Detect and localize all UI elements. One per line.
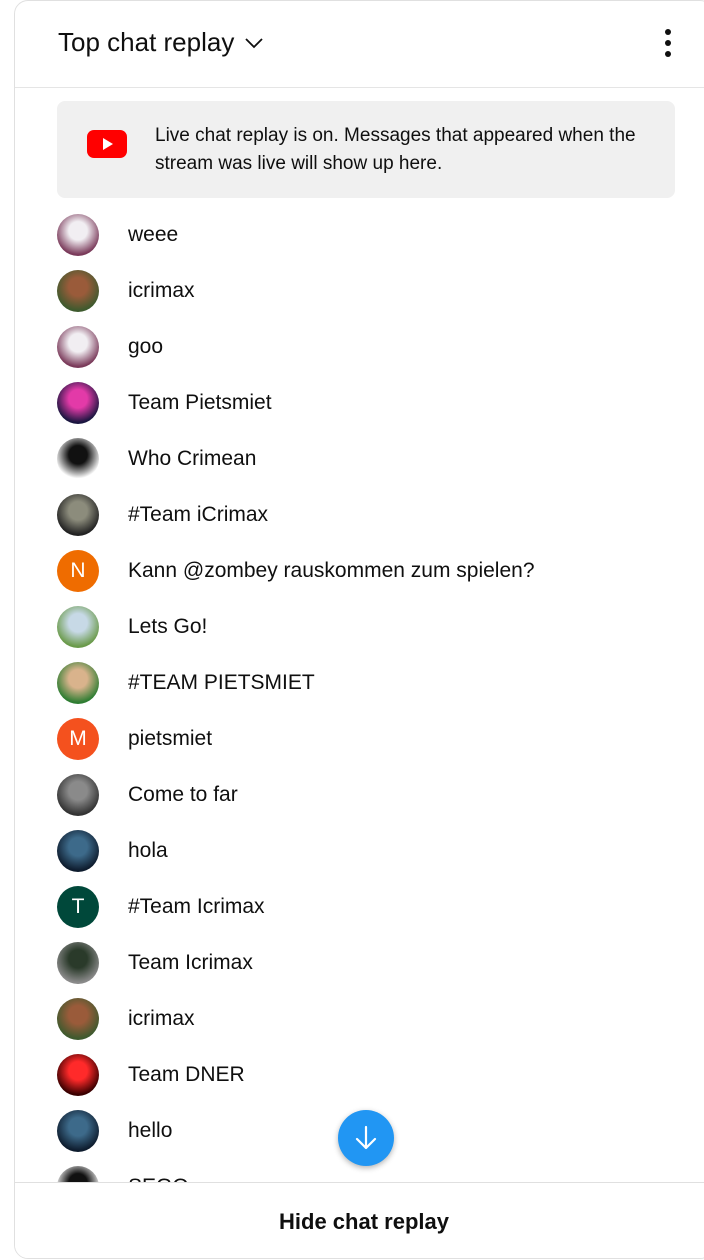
replay-info-banner: Live chat replay is on. Messages that ap… <box>57 101 675 198</box>
chat-message-text: goo <box>128 335 164 358</box>
chat-footer: Hide chat replay <box>15 1182 704 1258</box>
chat-message-row[interactable]: Mpietsmiet <box>57 717 212 761</box>
author-avatar[interactable] <box>57 1054 99 1096</box>
chat-message-row[interactable]: SEGO <box>57 1165 189 1182</box>
chat-message-text: Who Crimean <box>128 447 257 470</box>
author-avatar[interactable] <box>57 662 99 704</box>
chat-message-text: #TEAM PIETSMIET <box>128 671 315 694</box>
chat-message-row[interactable]: Lets Go! <box>57 605 207 649</box>
chat-message-row[interactable]: T #Team Icrimax <box>57 885 265 929</box>
chat-message-row[interactable]: Come to far <box>57 773 238 817</box>
replay-info-text: Live chat replay is on. Messages that ap… <box>155 125 636 174</box>
chat-message-row[interactable]: Team Icrimax <box>57 941 253 985</box>
chat-header: Top chat replay <box>15 1 704 88</box>
chat-message-text: weee <box>128 223 179 246</box>
chat-message-text: #Team iCrimax <box>128 503 269 526</box>
chat-mode-dropdown[interactable]: Top chat replay <box>58 27 266 58</box>
author-avatar[interactable] <box>57 1166 99 1182</box>
chat-message-text: Team Pietsmiet <box>128 391 272 414</box>
author-avatar[interactable] <box>57 214 99 256</box>
author-avatar[interactable] <box>57 774 99 816</box>
author-avatar[interactable] <box>57 606 99 648</box>
youtube-logo-icon <box>87 130 127 158</box>
chat-message-text: Team Icrimax <box>128 951 253 974</box>
scroll-to-bottom-button[interactable] <box>338 1110 394 1166</box>
chat-message-text: Kann @zombey rauskommen zum spielen? <box>128 559 535 582</box>
chat-message-row[interactable]: hola <box>57 829 168 873</box>
chat-panel: Top chat replay Live chat replay is on. … <box>14 0 704 1259</box>
chat-message-row[interactable]: hello <box>57 1109 172 1153</box>
chat-message-text: SEGO <box>128 1175 189 1182</box>
avatar-letter: T <box>71 895 85 918</box>
chat-message-text: Come to far <box>128 783 238 806</box>
chat-message-row[interactable]: icrimax <box>57 997 195 1041</box>
author-avatar[interactable] <box>57 830 99 872</box>
chat-message-text: hola <box>128 839 168 862</box>
author-avatar[interactable] <box>57 1110 99 1152</box>
more-vert-icon[interactable] <box>655 25 681 61</box>
chat-message-text: hello <box>128 1119 173 1142</box>
chat-message-text: #Team Icrimax <box>128 895 265 918</box>
author-avatar[interactable]: M <box>57 718 99 760</box>
author-avatar[interactable]: N <box>57 550 99 592</box>
chevron-down-icon <box>245 37 263 48</box>
hide-chat-replay-button[interactable]: Hide chat replay <box>259 1199 469 1245</box>
author-avatar[interactable] <box>57 438 99 480</box>
chat-message-text: Lets Go! <box>128 615 208 638</box>
chat-message-list[interactable]: weee icrimax goo Team Pietsmiet Who Crimean #… <box>15 206 704 1182</box>
chat-message-row[interactable]: N Kann @zombey rauskommen zum spielen? <box>57 549 535 593</box>
chat-message-row[interactable]: #TEAM PIETSMIET <box>57 661 315 705</box>
avatar-letter: M <box>69 727 87 750</box>
chat-message-text: icrimax <box>128 279 195 302</box>
chat-message-row[interactable]: weee <box>57 213 178 257</box>
author-avatar[interactable]: T <box>57 886 99 928</box>
avatar-letter: N <box>70 559 86 582</box>
author-avatar[interactable] <box>57 998 99 1040</box>
chat-message-text: icrimax <box>128 1007 195 1030</box>
chat-message-row[interactable]: icrimax <box>57 269 195 313</box>
chat-message-row[interactable]: goo <box>57 325 163 369</box>
author-avatar[interactable] <box>57 270 99 312</box>
chat-message-row[interactable]: Team DNER <box>57 1053 245 1097</box>
chat-message-text: Team DNER <box>128 1063 245 1086</box>
chat-mode-title: Top chat replay <box>58 27 235 57</box>
author-avatar[interactable] <box>57 942 99 984</box>
author-avatar[interactable] <box>57 382 99 424</box>
chat-message-text: pietsmiet <box>128 727 213 750</box>
arrow-down-icon <box>355 1125 377 1150</box>
chat-message-row[interactable]: #Team iCrimax <box>57 493 268 537</box>
chat-message-row[interactable]: Team Pietsmiet <box>57 381 272 425</box>
author-avatar[interactable] <box>57 494 99 536</box>
author-avatar[interactable] <box>57 326 99 368</box>
chat-message-row[interactable]: Who Crimean <box>57 437 256 481</box>
